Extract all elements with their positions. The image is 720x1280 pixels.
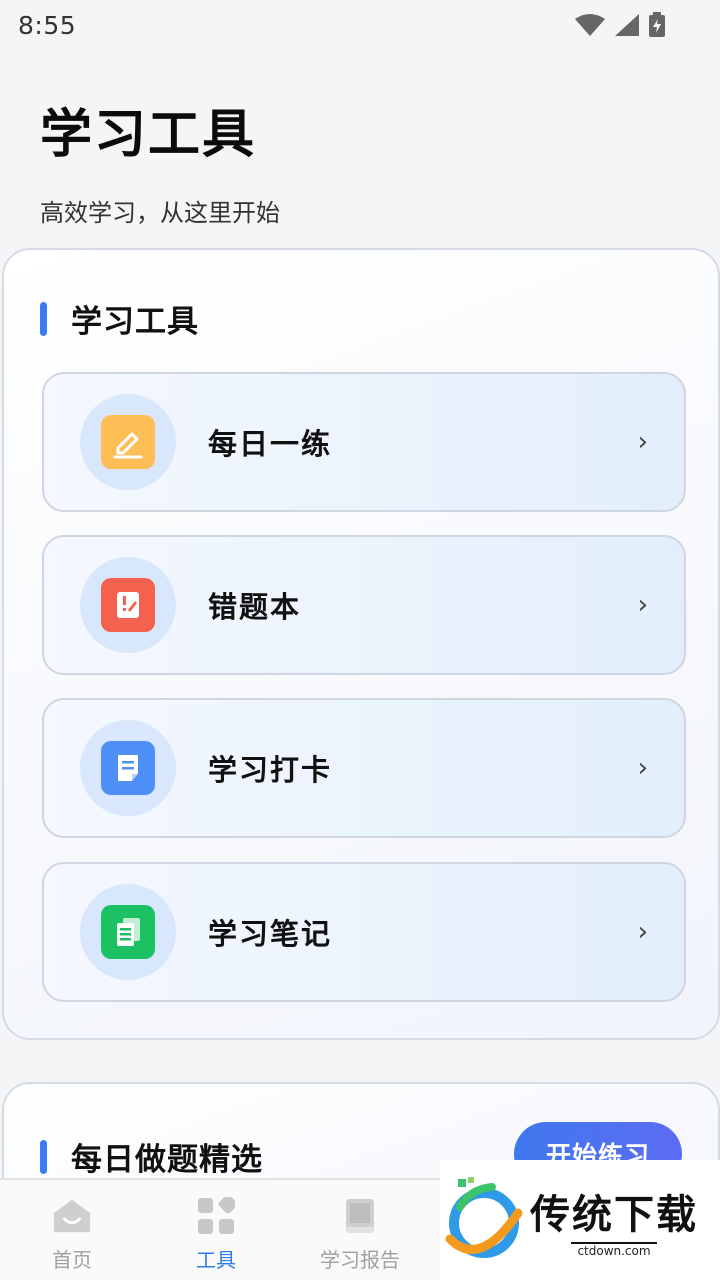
status-icons (574, 12, 666, 38)
tool-item-study-checkin[interactable]: 学习打卡 › (42, 698, 686, 838)
wifi-icon (575, 14, 605, 36)
tool-icon-circle (80, 884, 176, 980)
watermark-emblem-icon (445, 1177, 523, 1258)
watermark-domain: ctdown.com (571, 1242, 657, 1258)
grid-icon (196, 1196, 236, 1236)
tool-label: 学习打卡 (208, 753, 333, 787)
checkin-note-icon (101, 741, 155, 795)
chevron-right-icon: › (637, 917, 648, 947)
tool-item-error-book[interactable]: 错题本 › (42, 535, 686, 675)
daily-picks-label: 每日做题精选 (71, 1142, 263, 1178)
home-icon (52, 1196, 92, 1236)
watermark-brand: 传统下载 (530, 1192, 698, 1238)
tool-item-daily-practice[interactable]: 每日一练 › (42, 372, 686, 512)
tab-label: 首页 (52, 1248, 92, 1272)
chevron-right-icon: › (637, 427, 648, 457)
chevron-right-icon: › (637, 753, 648, 783)
section-accent-bar (40, 301, 47, 336)
tools-card: 学习工具 每日一练 › 错题本 › 学习打卡 › 学习笔记 › (2, 248, 720, 1040)
book-icon (340, 1196, 380, 1236)
tool-icon-circle (80, 394, 176, 490)
watermark-text: 传统下载 ctdown.com (530, 1182, 698, 1258)
tab-home[interactable]: 首页 (0, 1180, 144, 1280)
tab-study-report[interactable]: 学习报告 (288, 1180, 432, 1280)
section-accent-bar (40, 1139, 47, 1174)
tool-icon-circle (80, 720, 176, 816)
tab-label: 工具 (196, 1248, 236, 1272)
watermark-logo: 传统下载 ctdown.com (440, 1160, 720, 1280)
signal-icon (615, 14, 639, 36)
tool-label: 每日一练 (208, 427, 333, 461)
tab-label: 学习报告 (320, 1248, 400, 1272)
tool-item-study-notes[interactable]: 学习笔记 › (42, 862, 686, 1002)
status-time: 8:55 (18, 10, 77, 40)
daily-picks-title: 每日做题精选 (40, 1134, 263, 1179)
tab-tools[interactable]: 工具 (144, 1180, 288, 1280)
page-header: 学习工具 高效学习，从这里开始 (40, 92, 280, 228)
tool-label: 错题本 (208, 590, 302, 624)
battery-charging-icon (649, 12, 665, 37)
page-title: 学习工具 (40, 105, 257, 165)
status-bar: 8:55 (0, 0, 720, 50)
tools-section-label: 学习工具 (71, 304, 199, 340)
chevron-right-icon: › (637, 590, 648, 620)
tool-label: 学习笔记 (208, 917, 333, 951)
pencil-icon (101, 415, 155, 469)
notes-icon (101, 905, 155, 959)
tools-section-title: 学习工具 (40, 296, 199, 341)
page-subtitle: 高效学习，从这里开始 (40, 199, 280, 227)
tool-icon-circle (80, 557, 176, 653)
error-book-icon (101, 578, 155, 632)
